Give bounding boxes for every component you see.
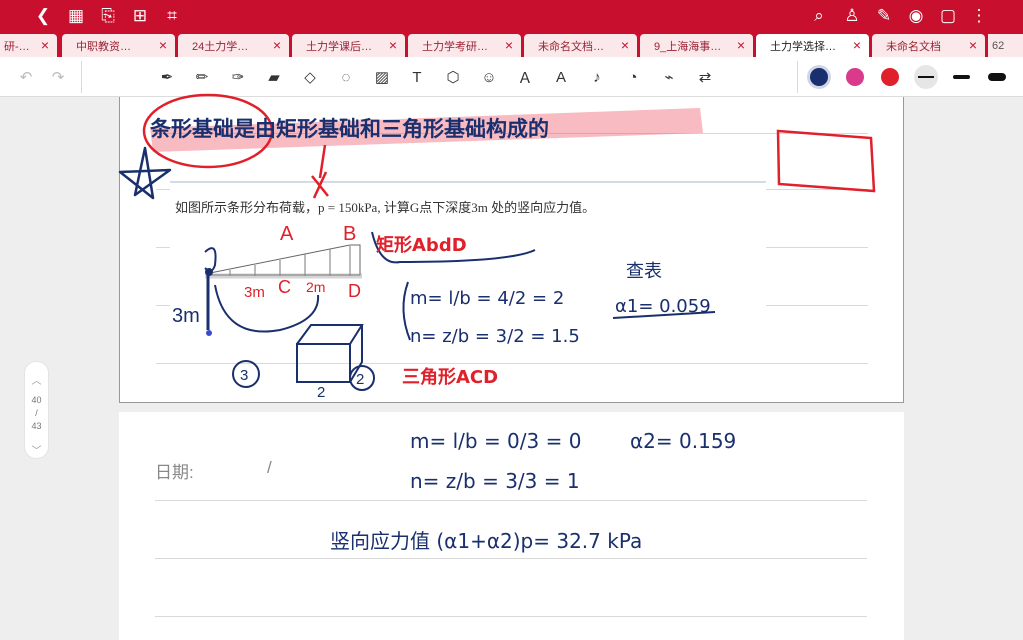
date-label: 日期: <box>155 463 194 482</box>
stroke-medium-button[interactable] <box>953 75 970 79</box>
laser-pointer-icon[interactable]: ⌁ <box>658 66 680 88</box>
ruled-line <box>156 363 868 364</box>
close-icon[interactable]: × <box>273 37 281 53</box>
notebook-page[interactable]: 日期: / <box>119 412 904 640</box>
divider <box>797 61 798 93</box>
total-pages: 43 <box>31 421 42 431</box>
highlighter-icon[interactable]: ▰ <box>263 66 285 88</box>
close-icon[interactable]: × <box>159 37 167 53</box>
close-icon[interactable]: × <box>389 37 397 53</box>
tab-item[interactable]: 24土力学… × <box>178 34 289 57</box>
text-box-icon[interactable]: T <box>406 66 428 88</box>
tab-label: 24土力学… <box>192 40 249 53</box>
translate-icon[interactable]: ⇄ <box>694 66 716 88</box>
stroke-thin-line <box>918 76 934 78</box>
eye-icon[interactable]: ◉ <box>905 5 927 27</box>
divider <box>81 61 82 93</box>
image-icon[interactable]: ▨ <box>371 66 393 88</box>
close-icon[interactable]: × <box>969 37 977 53</box>
tab-label: 未命名文档 <box>886 40 941 53</box>
fountain-pen-icon[interactable]: ✑ <box>227 66 249 88</box>
tab-count[interactable]: 62 <box>988 34 1023 57</box>
tab-item[interactable]: 未命名文档… × <box>524 34 637 57</box>
tab-item[interactable]: 9_上海海事… × <box>640 34 753 57</box>
search-icon[interactable]: ⌕ <box>808 5 830 27</box>
undo-icon[interactable]: ↶ <box>15 66 37 88</box>
stroke-thick-button[interactable] <box>988 73 1006 81</box>
ruled-line <box>155 558 867 559</box>
tab-item[interactable]: 研-… × <box>0 34 57 57</box>
edit-icon[interactable]: ✎ <box>873 5 895 27</box>
bookmark-icon[interactable]: ⎘ <box>97 5 119 27</box>
color-swatch-red[interactable] <box>881 68 899 86</box>
sticker-icon[interactable]: ☺ <box>478 66 500 88</box>
ai-icon[interactable]: A <box>550 66 572 88</box>
ocr-text-icon[interactable]: Ａ <box>514 66 536 88</box>
tab-item[interactable]: 土力学课后… × <box>292 34 405 57</box>
tab-label: 土力学考研… <box>422 40 488 53</box>
tab-item[interactable]: 土力学考研… × <box>408 34 521 57</box>
close-icon[interactable]: × <box>853 37 861 53</box>
tab-item[interactable]: 中职教资… × <box>62 34 175 57</box>
tab-item[interactable]: 未命名文档 × <box>872 34 985 57</box>
tab-label: 中职教资… <box>76 40 131 53</box>
tab-bar: 研-… × 中职教资… × 24土力学… × 土力学课后… × 土力学考研… × 未命名文… <box>0 32 1023 57</box>
close-icon[interactable]: × <box>41 37 49 53</box>
tab-label: 土力学课后… <box>306 40 372 53</box>
back-icon[interactable]: ❮ <box>32 5 54 27</box>
current-page: 40 <box>31 395 42 405</box>
grid-icon[interactable]: ▦ <box>65 5 87 27</box>
tab-label: 研-… <box>4 40 30 53</box>
pen-icon[interactable]: ✒ <box>156 66 178 88</box>
close-icon[interactable]: × <box>621 37 629 53</box>
redo-icon[interactable]: ↷ <box>47 66 69 88</box>
page-indicator[interactable]: ︿ 40 / 43 ﹀ <box>24 361 49 459</box>
more-icon[interactable]: ⋮ <box>968 5 990 27</box>
tab-label: 9_上海海事… <box>654 40 722 53</box>
date-separator: / <box>267 458 272 477</box>
page-layout-icon[interactable]: ▢ <box>937 5 959 27</box>
tab-label: 未命名文档… <box>538 40 604 53</box>
pen-toolbar: ↶ ↷ ✒ ✏ ✑ ▰ ◇ ◌ ▨ T ⬡ ☺ Ａ A ♪ ◔ ⌁ ⇄ <box>0 57 1023 97</box>
tab-item-active[interactable]: 土力学选择… × <box>756 34 869 57</box>
color-swatch-pink[interactable] <box>846 68 864 86</box>
tab-label: 土力学选择… <box>770 40 836 53</box>
ruled-line <box>155 500 867 501</box>
ruled-line <box>156 133 868 134</box>
page-separator: / <box>35 408 38 418</box>
notebook-page[interactable]: 如图所示条形分布荷载，p = 150kPa, 计算G点下深度3m 处的竖向应力值… <box>119 97 904 403</box>
crop-icon[interactable]: ⌗ <box>161 5 183 27</box>
microphone-icon[interactable]: ♪ <box>586 66 608 88</box>
shape-fill-icon[interactable]: ◔ <box>622 66 644 88</box>
tab-count-label: 62 <box>992 39 1005 52</box>
chevron-down-icon[interactable]: ﹀ <box>25 442 48 457</box>
question-text: 如图所示条形分布荷载，p = 150kPa, 计算G点下深度3m 处的竖向应力值… <box>175 200 596 215</box>
color-swatch-blue[interactable] <box>810 68 828 86</box>
add-page-icon[interactable]: ⊞ <box>129 5 151 27</box>
pencil-icon[interactable]: ✏ <box>191 66 213 88</box>
top-app-bar: ❮ ▦ ⎘ ⊞ ⌗ ⌕ ♙ ✎ ◉ ▢ ⋮ <box>0 0 1023 32</box>
lasso-icon[interactable]: ◌ <box>335 66 357 88</box>
shapes-icon[interactable]: ⬡ <box>442 66 464 88</box>
ruled-line <box>155 616 867 617</box>
close-icon[interactable]: × <box>505 37 513 53</box>
eraser-icon[interactable]: ◇ <box>299 66 321 88</box>
chevron-up-icon[interactable]: ︿ <box>25 372 48 387</box>
shirt-icon[interactable]: ♙ <box>841 5 863 27</box>
close-icon[interactable]: × <box>737 37 745 53</box>
